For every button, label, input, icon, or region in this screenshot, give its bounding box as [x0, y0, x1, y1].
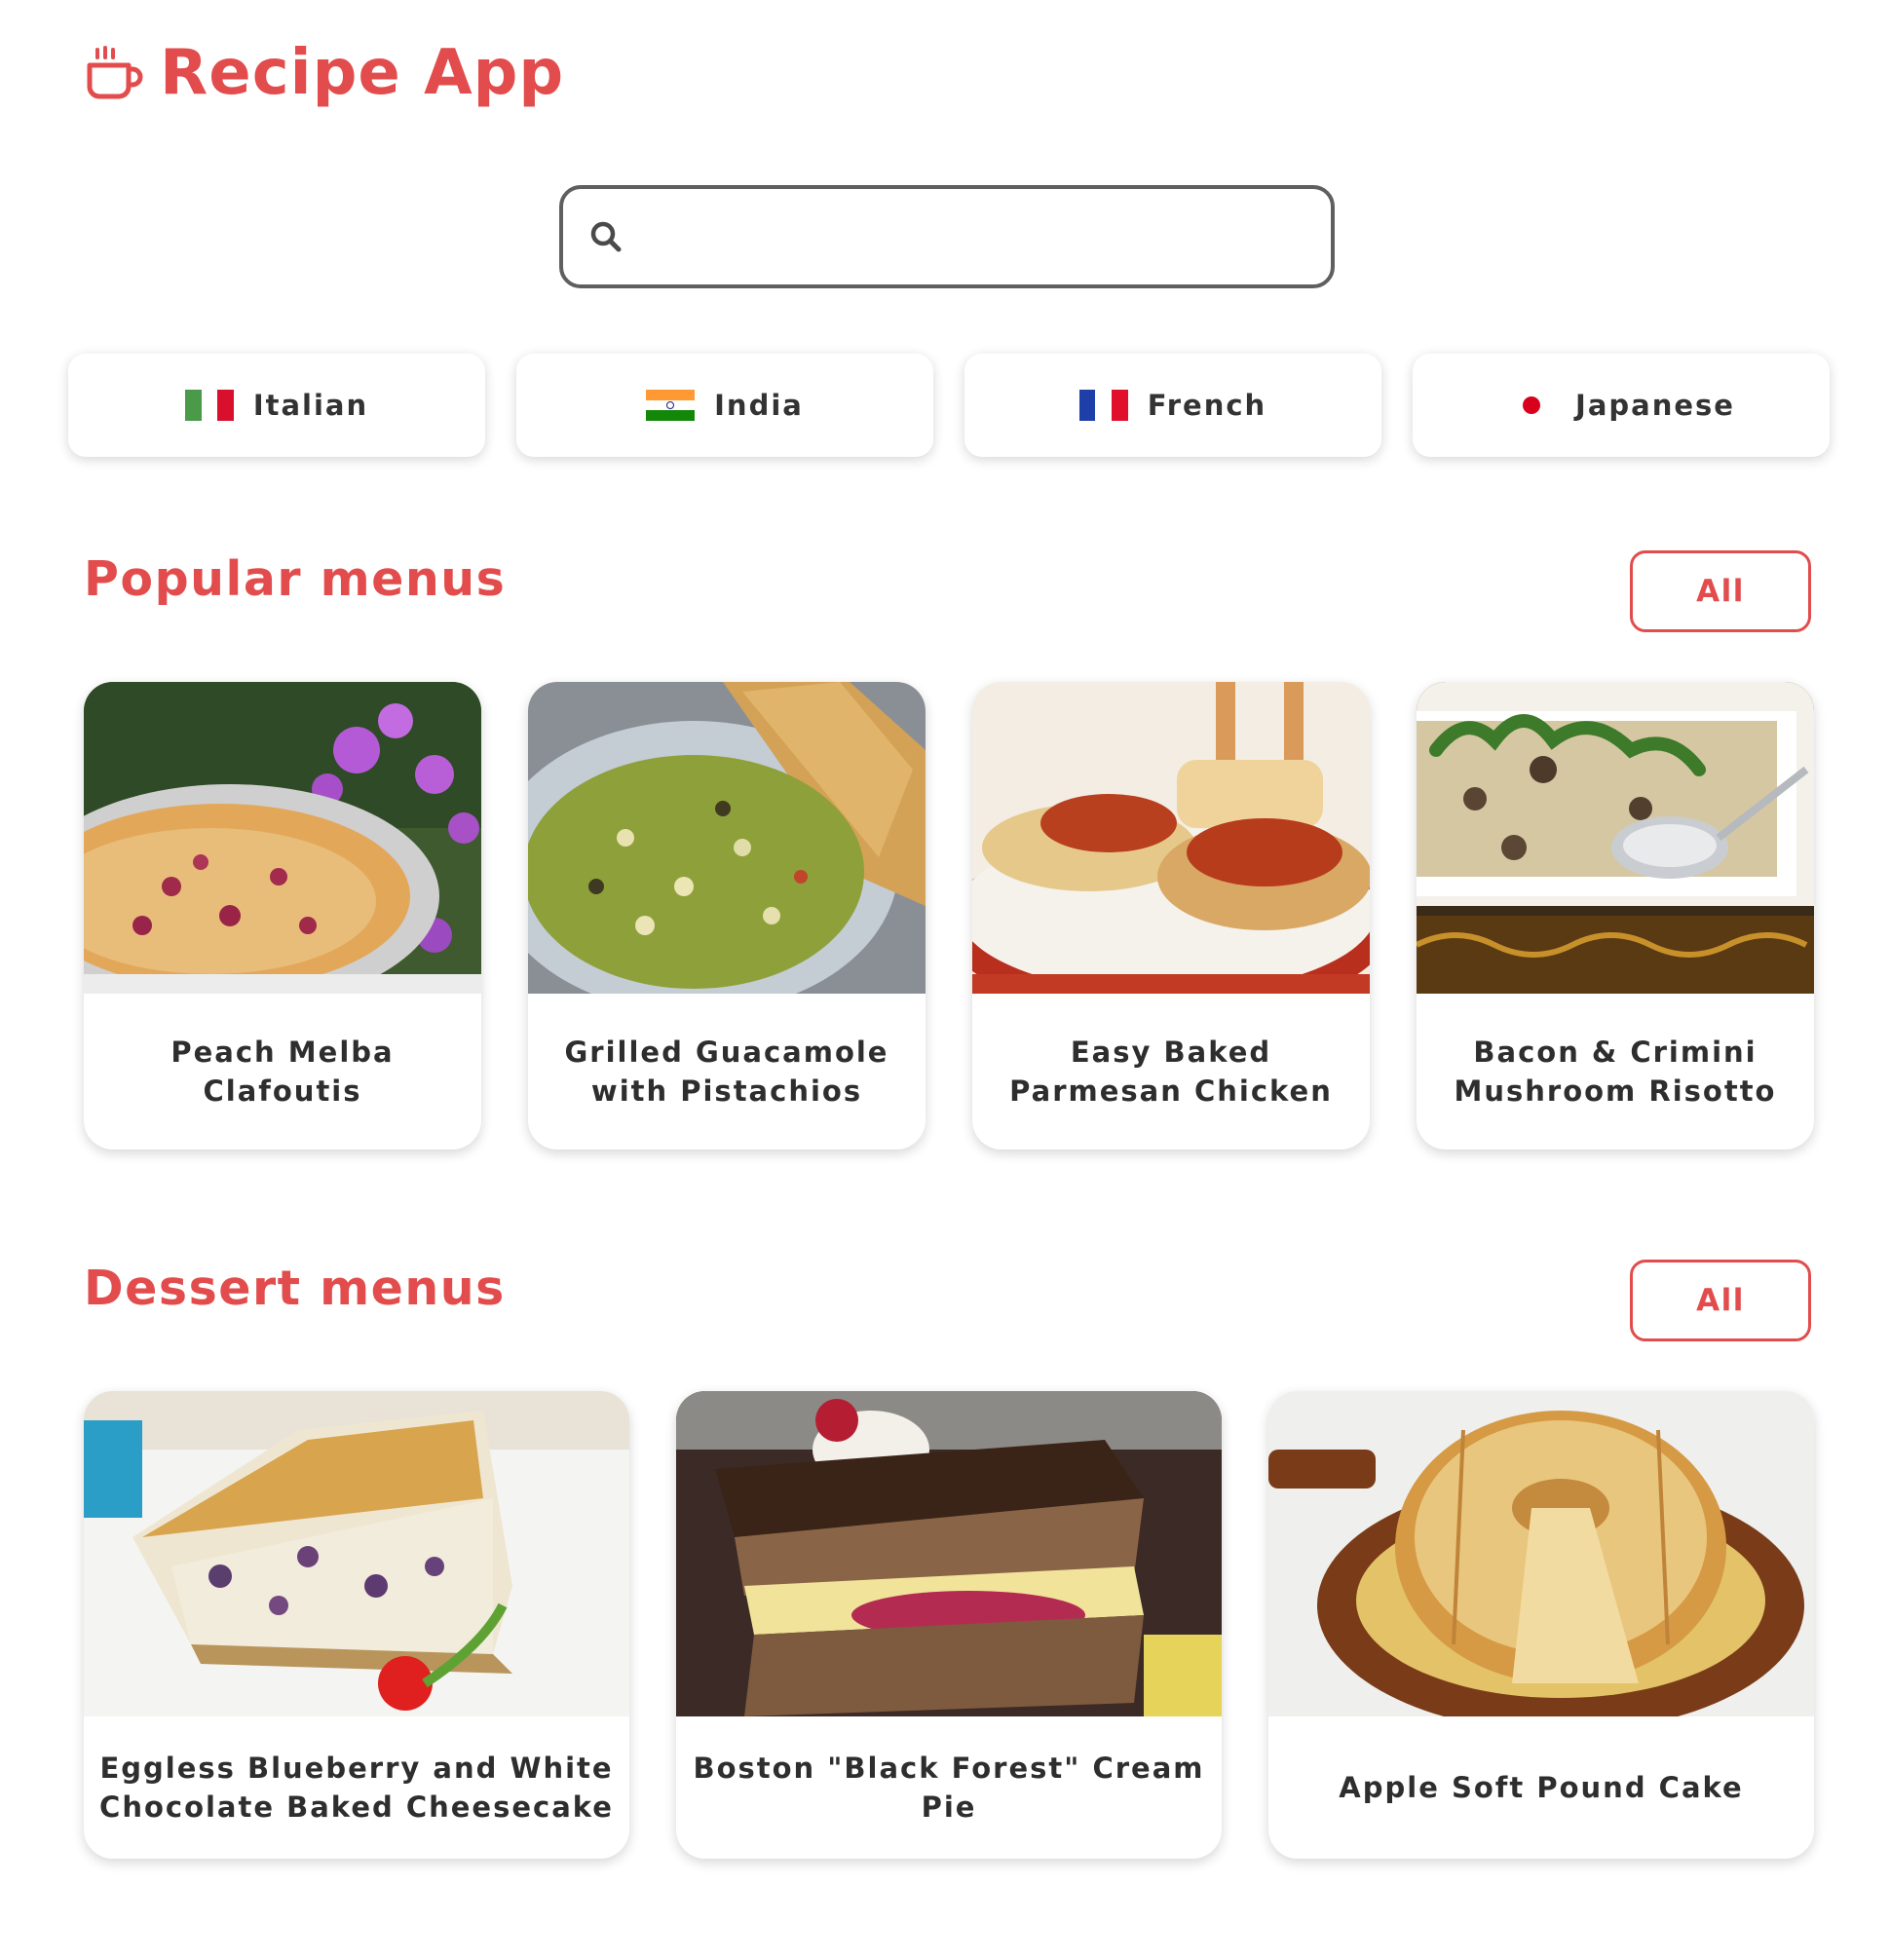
recipe-card[interactable]: Bacon & Crimini Mushroom Risotto — [1417, 682, 1814, 1150]
search-bar[interactable] — [559, 185, 1335, 288]
recipe-title: Easy Baked Parmesan Chicken — [1009, 1036, 1333, 1108]
app-header: Recipe App — [84, 37, 564, 109]
popular-menus-heading: Popular menus — [84, 551, 507, 607]
recipe-title: Apple Soft Pound Cake — [1339, 1771, 1744, 1804]
cuisine-label: Italian — [252, 389, 369, 422]
recipe-card[interactable]: Eggless Blueberry and White Chocolate Ba… — [84, 1391, 629, 1859]
cuisine-button-india[interactable]: India — [516, 354, 933, 457]
cuisine-label: Japanese — [1575, 389, 1735, 422]
cuisine-button-japanese[interactable]: Japanese — [1413, 354, 1830, 457]
search-icon — [590, 221, 622, 252]
app-title: Recipe App — [160, 37, 565, 109]
cuisine-label: French — [1147, 389, 1267, 422]
recipe-title: Grilled Guacamole with Pistachios — [564, 1036, 889, 1108]
japan-flag-icon — [1507, 390, 1557, 421]
recipe-title: Boston "Black Forest" Cream Pie — [693, 1752, 1205, 1824]
recipe-card[interactable]: Easy Baked Parmesan Chicken — [972, 682, 1370, 1150]
coffee-cup-icon — [87, 46, 143, 99]
italy-flag-icon — [184, 390, 234, 421]
recipe-app-page: Recipe App Italian India French Japanese… — [0, 0, 1890, 1960]
cuisine-button-italian[interactable]: Italian — [68, 354, 485, 457]
recipe-title: Peach Melba Clafoutis — [170, 1036, 395, 1108]
search-input[interactable] — [643, 189, 1331, 284]
dessert-all-button[interactable]: All — [1630, 1260, 1811, 1341]
popular-menu-list: Peach Melba Clafoutis Grilled Guacamole … — [84, 682, 1814, 1150]
france-flag-icon — [1078, 390, 1128, 421]
recipe-image — [1417, 682, 1814, 994]
recipe-card[interactable]: Boston "Black Forest" Cream Pie — [676, 1391, 1222, 1859]
cuisine-filter-row: Italian India French Japanese — [68, 354, 1830, 457]
recipe-image — [528, 682, 926, 994]
recipe-card[interactable]: Peach Melba Clafoutis — [84, 682, 481, 1150]
recipe-image — [1268, 1391, 1814, 1716]
dessert-menu-list: Eggless Blueberry and White Chocolate Ba… — [84, 1391, 1814, 1859]
recipe-title: Eggless Blueberry and White Chocolate Ba… — [99, 1752, 614, 1824]
recipe-card[interactable]: Grilled Guacamole with Pistachios — [528, 682, 926, 1150]
recipe-image — [972, 682, 1370, 994]
recipe-image — [84, 682, 481, 994]
recipe-title: Bacon & Crimini Mushroom Risotto — [1454, 1036, 1777, 1108]
cuisine-button-french[interactable]: French — [964, 354, 1381, 457]
india-flag-icon — [646, 390, 696, 422]
dessert-menus-heading: Dessert menus — [84, 1261, 506, 1316]
recipe-card[interactable]: Apple Soft Pound Cake — [1268, 1391, 1814, 1859]
recipe-image — [84, 1391, 629, 1716]
recipe-image — [676, 1391, 1222, 1716]
popular-all-button[interactable]: All — [1630, 550, 1811, 632]
cuisine-label: India — [714, 389, 804, 422]
